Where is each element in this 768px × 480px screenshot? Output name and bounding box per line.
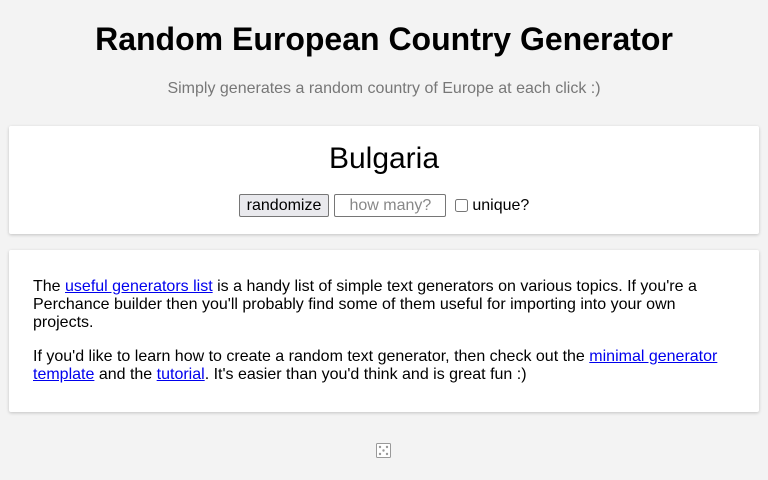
randomize-button[interactable]: randomize [238, 194, 330, 217]
dice-icon[interactable] [376, 443, 391, 458]
info-p2-prefix: If you'd like to learn how to create a r… [33, 348, 590, 365]
how-many-input[interactable] [334, 194, 447, 217]
generated-result: Bulgaria [328, 142, 440, 175]
useful-generators-link[interactable]: useful generators list [65, 278, 213, 295]
info-p2-middle: and the [94, 366, 157, 383]
page: Random European Country Generator Simply… [0, 0, 768, 480]
tutorial-link[interactable]: tutorial [157, 366, 205, 383]
info-card: The useful generators list is a handy li… [9, 250, 759, 412]
info-paragraph-generators: The useful generators list is a handy li… [33, 278, 735, 332]
info-p1-prefix: The [33, 278, 66, 295]
generator-card: Bulgaria [9, 126, 759, 234]
info-p2-suffix: . It's easier than you'd think and is gr… [204, 366, 527, 383]
generator-controls: randomize unique? [0, 194, 768, 217]
unique-checkbox[interactable] [455, 199, 469, 212]
page-subtitle: Simply generates a random country of Eur… [167, 80, 601, 97]
dice-icon-graphic [376, 443, 391, 458]
info-paragraph-tutorial: If you'd like to learn how to create a r… [33, 348, 735, 384]
unique-label: unique? [472, 196, 530, 214]
page-title: Random European Country Generator [95, 21, 673, 57]
